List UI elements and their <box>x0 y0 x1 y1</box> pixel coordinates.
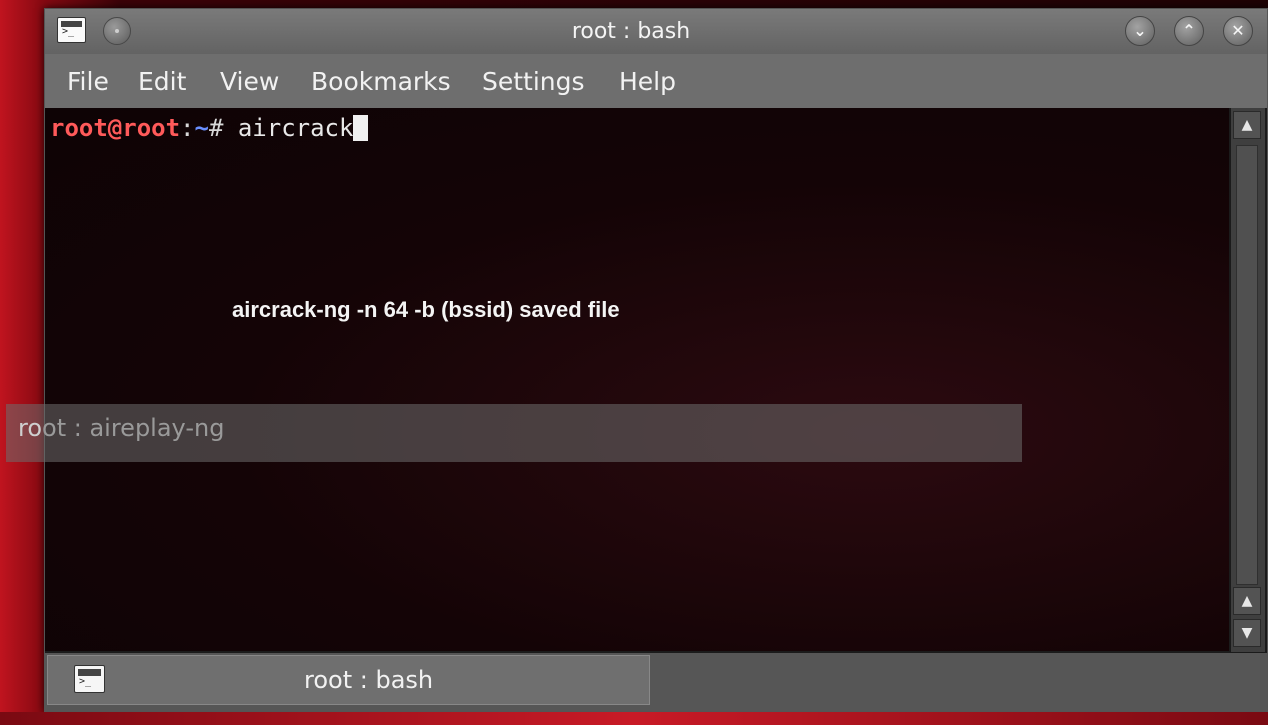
prompt-path: ~ <box>194 114 209 142</box>
scroll-down-button[interactable]: ▼ <box>1233 619 1261 647</box>
scroll-track[interactable] <box>1236 145 1258 585</box>
background-window-title-first: ro <box>18 414 43 442</box>
prompt-user: root@root <box>50 114 181 142</box>
tab-root-bash[interactable]: root : bash <box>47 655 650 705</box>
typed-command: aircrack <box>237 114 354 142</box>
menu-settings[interactable]: Settings <box>482 54 585 110</box>
window-title: root : bash <box>571 19 691 44</box>
menu-view[interactable]: View <box>220 54 279 110</box>
scroll-up-button[interactable]: ▲ <box>1233 111 1261 139</box>
terminal-output[interactable]: root@root:~# aircrack aircrack-ng -n 64 … <box>45 108 1229 651</box>
tab-label: root : bash <box>304 666 434 694</box>
menu-help[interactable]: Help <box>619 54 676 110</box>
maximize-button[interactable]: ⌃ <box>1174 16 1204 46</box>
close-button[interactable]: ✕ <box>1223 16 1253 46</box>
tab-bar: root : bash <box>45 653 1267 711</box>
desktop-bottom-strip <box>0 712 1268 725</box>
vertical-scrollbar[interactable]: ▲ ▲ ▼ <box>1231 108 1265 652</box>
title-bar[interactable]: root : bash ⌄ ⌃ ✕ <box>45 9 1267 54</box>
menu-edit[interactable]: Edit <box>138 54 186 110</box>
background-window-titlebar[interactable]: root : aireplay-ng <box>6 404 1022 462</box>
text-cursor <box>353 115 369 141</box>
video-caption-overlay: aircrack-ng -n 64 -b (bssid) saved file <box>232 297 620 322</box>
prompt-separator: : <box>180 114 195 142</box>
terminal-icon <box>74 665 105 693</box>
menu-bookmarks[interactable]: Bookmarks <box>311 54 451 110</box>
scroll-up-lower-button[interactable]: ▲ <box>1233 587 1261 615</box>
menu-file[interactable]: File <box>67 54 109 110</box>
terminal-window: root : bash ⌄ ⌃ ✕ File Edit View Bookmar… <box>44 8 1268 712</box>
prompt-line: root@root:~# aircrack <box>50 114 369 142</box>
background-window-title-rest: ot : aireplay-ng <box>42 414 225 442</box>
background-window-title: root : aireplay-ng <box>18 404 224 452</box>
minimize-button[interactable]: ⌄ <box>1125 16 1155 46</box>
menu-bar: File Edit View Bookmarks Settings Help <box>45 54 1267 108</box>
prompt-hash: # <box>208 114 238 142</box>
